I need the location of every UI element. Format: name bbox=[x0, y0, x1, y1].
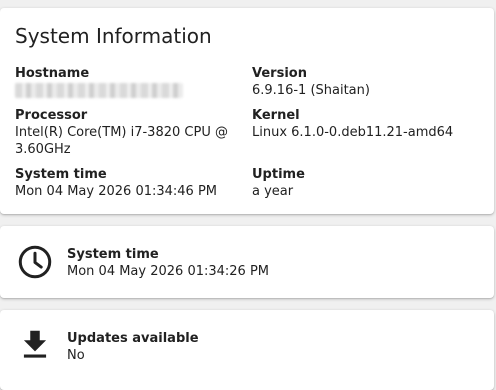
updates-value: No bbox=[67, 348, 85, 363]
version-field: Version 6.9.16-1 (Shaitan) bbox=[252, 65, 487, 99]
card-title: System Information bbox=[15, 24, 212, 48]
system-time-card-value: Mon 04 May 2026 01:34:26 PM bbox=[67, 264, 270, 279]
hostname-field: Hostname bbox=[15, 65, 250, 98]
uptime-value: a year bbox=[252, 184, 294, 199]
system-time-field: System time Mon 04 May 2026 01:34:46 PM bbox=[15, 166, 250, 200]
processor-label: Processor bbox=[15, 108, 88, 123]
hostname-value-redacted bbox=[15, 83, 183, 98]
kernel-value: Linux 6.1.0-0.deb11.21-amd64 bbox=[252, 125, 454, 140]
kernel-field: Kernel Linux 6.1.0-0.deb11.21-amd64 bbox=[252, 107, 487, 141]
updates-card: Updates available No bbox=[0, 310, 494, 390]
system-time-card: System time Mon 04 May 2026 01:34:26 PM bbox=[0, 226, 494, 298]
uptime-field: Uptime a year bbox=[252, 166, 487, 200]
uptime-label: Uptime bbox=[252, 167, 305, 182]
download-icon bbox=[16, 326, 54, 364]
processor-value-line2: 3.60GHz bbox=[15, 142, 71, 157]
hostname-label: Hostname bbox=[15, 66, 90, 81]
system-time-value: Mon 04 May 2026 01:34:46 PM bbox=[15, 184, 218, 199]
system-information-card: System Information Hostname Version 6.9.… bbox=[0, 8, 494, 214]
system-time-card-label: System time bbox=[67, 247, 159, 262]
clock-icon bbox=[16, 243, 54, 281]
processor-value-line1: Intel(R) Core(TM) i7-3820 CPU @ bbox=[15, 125, 228, 140]
system-time-label: System time bbox=[15, 167, 107, 182]
processor-field: Processor Intel(R) Core(TM) i7-3820 CPU … bbox=[15, 107, 250, 158]
version-label: Version bbox=[252, 66, 307, 81]
kernel-label: Kernel bbox=[252, 108, 300, 123]
version-value: 6.9.16-1 (Shaitan) bbox=[252, 83, 370, 98]
updates-label: Updates available bbox=[67, 331, 199, 346]
